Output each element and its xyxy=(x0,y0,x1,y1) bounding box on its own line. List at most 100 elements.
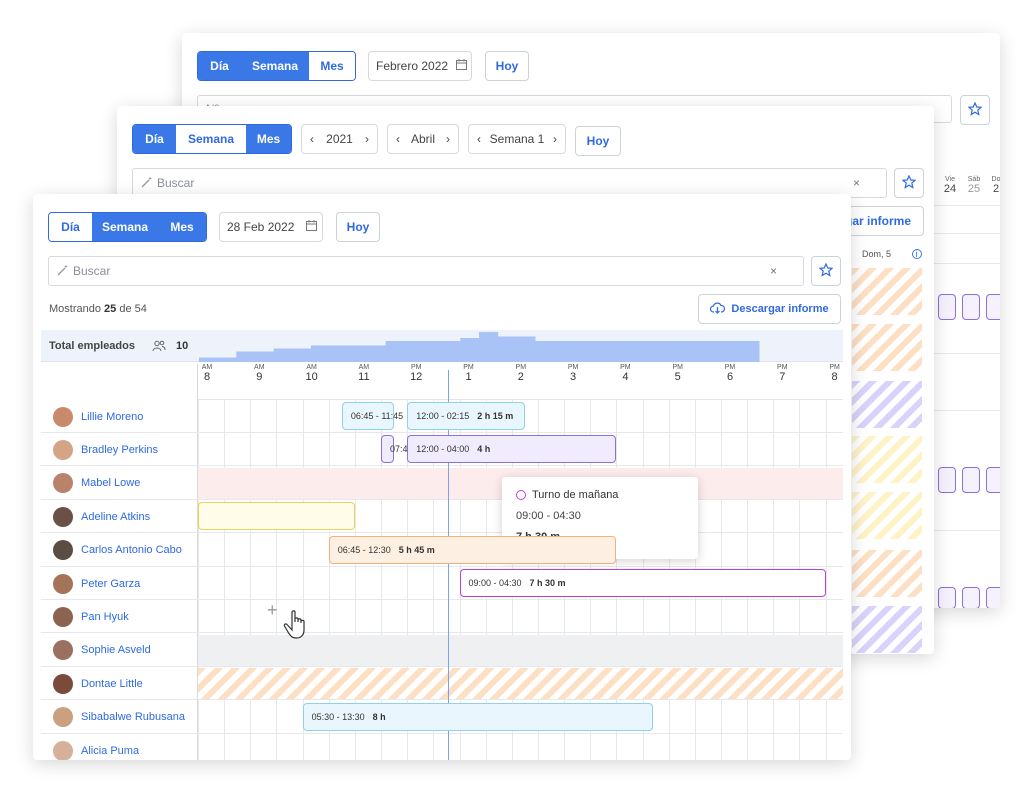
unavailable-block xyxy=(852,324,922,371)
shift-block[interactable]: 05:30 - 13:30 8 h xyxy=(302,702,653,731)
shift-chip[interactable] xyxy=(938,294,956,320)
shift-block[interactable] xyxy=(198,502,355,531)
hour-ampm: PM xyxy=(410,364,422,371)
total-label-text: Total empleados xyxy=(49,340,135,352)
employee-name[interactable]: Dontae Little xyxy=(53,667,143,700)
chevron-left-icon[interactable]: ‹ xyxy=(310,132,314,146)
employee-name[interactable]: Carlos Antonio Cabo xyxy=(53,534,182,567)
date-picker[interactable]: 28 Feb 2022 xyxy=(219,212,323,242)
tab-month[interactable]: Mes xyxy=(309,52,355,80)
hour-tick: AM 10 xyxy=(297,364,327,383)
favorite-button[interactable] xyxy=(960,95,990,125)
tab-month[interactable]: Mes xyxy=(158,213,206,241)
employee-name[interactable]: Lillie Moreno xyxy=(53,400,143,433)
tab-week[interactable]: Semana xyxy=(241,52,309,80)
tab-month[interactable]: Mes xyxy=(246,125,291,153)
employee-name[interactable]: Bradley Perkins xyxy=(53,433,158,466)
employee-name[interactable]: Mabel Lowe xyxy=(53,467,140,500)
hour-ampm: PM xyxy=(620,364,631,371)
shift-time: 12:00 - 04:00 xyxy=(416,444,470,455)
tab-week[interactable]: Semana xyxy=(176,125,246,153)
chevron-right-icon[interactable]: › xyxy=(553,132,557,146)
day-header: Sáb 25 xyxy=(966,176,982,195)
download-label: gar informe xyxy=(844,214,911,228)
employee-name[interactable]: Sophie Asveld xyxy=(53,634,151,667)
calendar-icon xyxy=(306,220,318,234)
month-stepper[interactable]: ‹ Abril › xyxy=(387,124,459,154)
coverage-bar xyxy=(460,338,480,362)
favorite-button[interactable] xyxy=(811,256,841,286)
schedule-grid: Total empleados 10 AM 8 AM 9 AM 10 AM 11 PM 12 PM 1… xyxy=(41,330,851,760)
add-shift-plus-icon[interactable]: + xyxy=(267,600,278,621)
shift-chip[interactable] xyxy=(962,467,980,493)
tab-day[interactable]: Día xyxy=(49,213,92,241)
hour-number: 6 xyxy=(726,371,734,383)
tooltip-title: Turno de mañana xyxy=(532,489,619,501)
showing-prefix: Mostrando xyxy=(49,303,101,315)
clear-icon[interactable]: × xyxy=(770,264,777,278)
employee-name-text: Sophie Asveld xyxy=(81,644,151,657)
hour-number: 4 xyxy=(622,371,629,383)
shift-hours: 8 h xyxy=(372,711,386,722)
week-stepper[interactable]: ‹ Semana 1 › xyxy=(468,124,566,154)
hour-number: 10 xyxy=(305,371,318,383)
coverage-bar xyxy=(665,341,685,362)
shift-block[interactable]: 09:00 - 04:30 7 h 30 m xyxy=(459,569,826,597)
shift-block[interactable]: 06:45 - 12:30 5 h 45 m xyxy=(328,535,617,564)
shift-chip[interactable] xyxy=(986,467,1000,493)
hour-ampm: AM xyxy=(358,364,370,371)
download-button-partial[interactable]: gar informe xyxy=(842,206,924,236)
date-picker[interactable]: Febrero 2022 xyxy=(368,51,472,81)
today-button[interactable]: Hoy xyxy=(575,126,621,156)
employee-row: Alicia Puma xyxy=(41,734,843,760)
avatar xyxy=(53,573,73,594)
view-switch: Día Semana Mes xyxy=(132,124,292,154)
star-icon xyxy=(819,262,833,280)
shift-chip[interactable] xyxy=(986,587,1000,608)
shift-block[interactable]: 12:00 - 04:00 4 h xyxy=(407,435,617,464)
tab-week[interactable]: Semana xyxy=(92,213,158,241)
shift-block[interactable]: 07:45 - 11:454 h xyxy=(381,435,463,464)
coverage-bar xyxy=(348,345,368,362)
shift-chip[interactable] xyxy=(962,587,980,608)
shift-type-dot-icon xyxy=(516,490,526,500)
today-button[interactable]: Hoy xyxy=(485,51,529,81)
avatar xyxy=(53,439,73,460)
employee-name[interactable]: Peter Garza xyxy=(53,567,140,600)
avatar xyxy=(53,640,73,661)
search-input[interactable]: Buscar × xyxy=(48,256,804,286)
today-button[interactable]: Hoy xyxy=(336,212,380,242)
star-icon xyxy=(968,101,982,119)
chevron-right-icon[interactable]: › xyxy=(365,132,369,146)
employee-name[interactable]: Sibabalwe Rubusana xyxy=(53,701,185,734)
shift-block[interactable]: 12:00 - 02:15 2 h 15 m xyxy=(407,402,525,430)
employee-name[interactable]: Adeline Atkins xyxy=(53,500,150,533)
shift-chip[interactable] xyxy=(938,467,956,493)
chevron-left-icon[interactable]: ‹ xyxy=(477,132,481,146)
chevron-left-icon[interactable]: ‹ xyxy=(396,132,400,146)
download-report-button[interactable]: Descargar informe xyxy=(698,294,841,324)
tab-day[interactable]: Día xyxy=(198,52,241,80)
year-stepper[interactable]: ‹ 2021 › xyxy=(301,124,378,154)
shift-chip[interactable] xyxy=(986,294,1000,320)
shift-chip[interactable] xyxy=(938,587,956,608)
shift-block[interactable]: 06:45 - 11:455 h xyxy=(341,402,424,430)
chevron-right-icon[interactable]: › xyxy=(446,132,450,146)
week-grid-slice xyxy=(850,266,934,654)
employee-row: Mabel Lowe xyxy=(41,467,843,500)
employee-row: Pan Hyuk xyxy=(41,600,843,634)
employee-name[interactable]: Pan Hyuk xyxy=(53,600,129,633)
coverage-bar xyxy=(273,348,293,362)
coverage-bar xyxy=(236,351,256,362)
clear-icon[interactable]: × xyxy=(853,176,860,190)
info-icon[interactable]: i xyxy=(911,249,922,259)
shift-chip[interactable] xyxy=(962,294,980,320)
employee-name-text: Adeline Atkins xyxy=(81,510,151,523)
tab-day[interactable]: Día xyxy=(133,125,176,153)
coverage-bar xyxy=(497,336,517,362)
shift-time: 09:00 - 04:30 xyxy=(468,578,522,588)
avatar xyxy=(53,506,73,527)
hour-ampm: AM xyxy=(254,364,265,371)
favorite-button[interactable] xyxy=(894,168,924,198)
employee-name[interactable]: Alicia Puma xyxy=(53,734,139,760)
